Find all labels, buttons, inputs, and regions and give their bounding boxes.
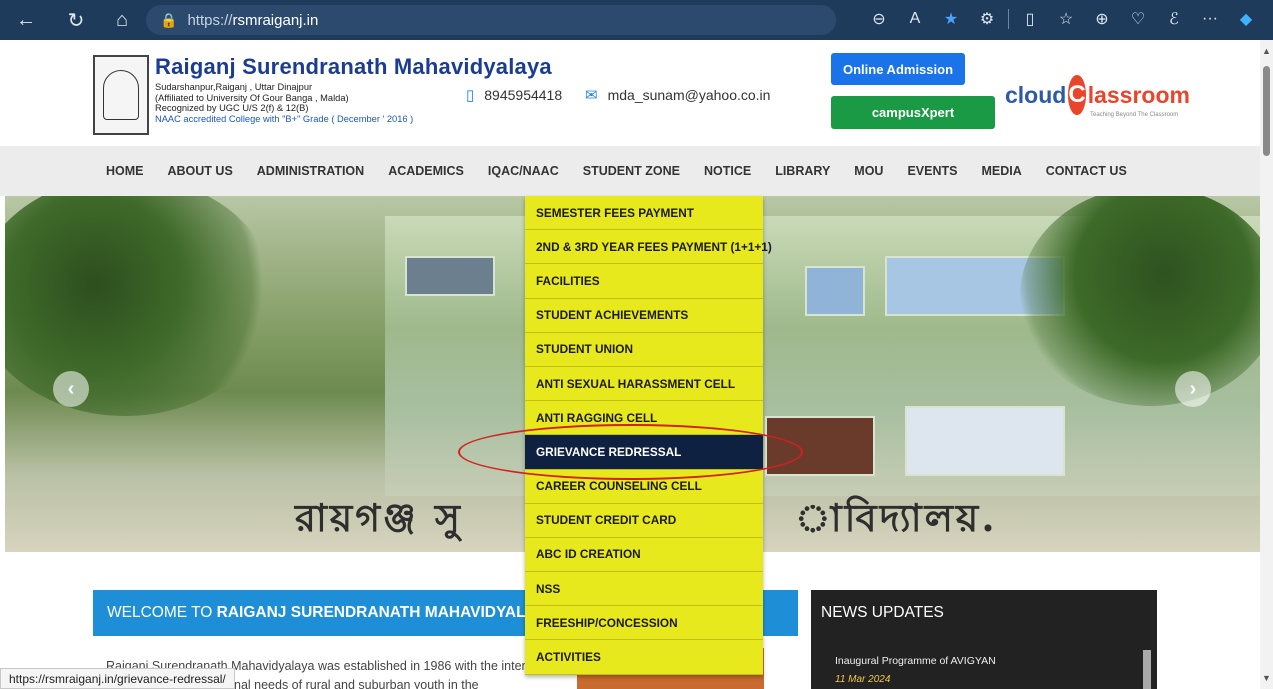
menu-media[interactable]: MEDIA (981, 164, 1021, 178)
menu-administration[interactable]: ADMINISTRATION (257, 164, 364, 178)
address-bar[interactable]: 🔒 https://rsmraiganj.in (146, 5, 836, 35)
copilot-icon[interactable]: ◆ (1231, 4, 1261, 34)
building-sign-left: রায়গঞ্জ সু (295, 495, 464, 540)
address-line-2: (Affiliated to University Of Gour Banga … (155, 92, 349, 103)
lock-icon: 🔒 (160, 11, 178, 28)
back-icon[interactable]: ← (8, 2, 44, 38)
profile-icon[interactable]: ℰ (1159, 4, 1189, 34)
news-title: NEWS UPDATES (821, 604, 944, 621)
logo-emblem (103, 70, 139, 120)
college-details: Sudarshanpur,Raiganj , Uttar Dinajpur (A… (155, 82, 413, 124)
url-host: rsmraiganj.in (232, 11, 319, 29)
dropdown-item-nss[interactable]: NSS (525, 572, 763, 607)
browser-toolbar: ← ↻ ⌂ 🔒 https://rsmraiganj.in ⊖ A ★ ⚙ ▯ … (0, 0, 1273, 40)
zoom-icon[interactable]: ⊖ (864, 4, 894, 34)
site-header: Raiganj Surendranath Mahavidyalaya Sudar… (0, 40, 1260, 145)
status-bar-url: https://rsmraiganj.in/grievance-redressa… (0, 668, 235, 689)
welcome-prefix: WELCOME TO (107, 604, 213, 621)
college-name[interactable]: Raiganj Surendranath Mahavidyalaya (155, 54, 552, 80)
web-page: Raiganj Surendranath Mahavidyalaya Sudar… (0, 40, 1260, 689)
news-item[interactable]: Inaugural Programme of AVIGYAN (835, 655, 996, 667)
menu-academics[interactable]: ACADEMICS (388, 164, 464, 178)
classroom-c-icon: C (1068, 75, 1086, 115)
more-icon[interactable]: ··· (1195, 4, 1225, 34)
dropdown-item-year-fees[interactable]: 2ND & 3RD YEAR FEES PAYMENT (1+1+1) (525, 230, 772, 265)
menu-notice[interactable]: NOTICE (704, 164, 751, 178)
phone-icon: ▯ (466, 87, 475, 104)
browser-actions: ⊖ A ★ ⚙ ▯ ☆ ⊕ ♡ ℰ ··· ◆ (864, 4, 1261, 34)
page-scrollbar[interactable]: ▲ ▼ (1260, 40, 1273, 689)
performance-icon[interactable]: ♡ (1123, 4, 1153, 34)
carousel-prev-icon[interactable]: ‹ (53, 371, 89, 407)
menu-about-us[interactable]: ABOUT US (168, 164, 233, 178)
menu-student-zone[interactable]: STUDENT ZONE (583, 164, 680, 178)
college-logo[interactable] (93, 55, 149, 135)
toolbar-separator (1008, 9, 1009, 29)
dropdown-item-abc-id[interactable]: ABC ID CREATION (525, 538, 763, 573)
phone-number: 8945954418 (484, 87, 563, 103)
building-window (905, 406, 1065, 476)
scroll-down-icon[interactable]: ▼ (1262, 673, 1271, 683)
scroll-thumb[interactable] (1263, 66, 1270, 156)
email-address[interactable]: mda_sunam@yahoo.co.in (608, 87, 771, 103)
dropdown-item-achievements[interactable]: STUDENT ACHIEVEMENTS (525, 299, 763, 333)
dropdown-item-anti-sexual-harassment[interactable]: ANTI SEXUAL HARASSMENT CELL (525, 367, 763, 402)
building-sign-right: াবিদ্যালয়. (795, 495, 998, 540)
menu-home[interactable]: HOME (106, 164, 144, 178)
menu-library[interactable]: LIBRARY (775, 164, 830, 178)
dropdown-item-student-credit-card[interactable]: STUDENT CREDIT CARD (525, 504, 763, 538)
split-screen-icon[interactable]: ▯ (1015, 4, 1045, 34)
phone-contact: ▯ 8945954418 (466, 86, 562, 104)
building-window (405, 256, 495, 296)
welcome-college-name: RAIGANJ SURENDRANATH MAHAVIDYALAYA (216, 604, 556, 621)
menu-contact-us[interactable]: CONTACT US (1046, 164, 1127, 178)
menu-events[interactable]: EVENTS (907, 164, 957, 178)
cloud-word: cloud (1005, 81, 1067, 108)
favorite-star-icon[interactable]: ★ (936, 4, 966, 34)
classroom-word: lassroom (1087, 81, 1190, 108)
dropdown-item-activities[interactable]: ACTIVITIES (525, 640, 763, 675)
carousel-next-icon[interactable]: › (1175, 371, 1211, 407)
news-panel: NEWS UPDATES Inaugural Programme of AVIG… (811, 590, 1157, 689)
tree-left (5, 196, 275, 416)
campusxpert-button[interactable]: campusXpert (831, 96, 995, 129)
url-prefix: https:// (187, 11, 233, 29)
scroll-up-icon[interactable]: ▲ (1262, 46, 1271, 56)
dropdown-item-student-union[interactable]: STUDENT UNION (525, 333, 763, 367)
naac-line: NAAC accredited College with "B+" Grade … (155, 113, 414, 124)
favorites-bar-icon[interactable]: ☆ (1051, 4, 1081, 34)
address-line-3: Recognized by UGC U/S 2(f) & 12(B) (155, 103, 309, 113)
building-window (805, 266, 865, 316)
dropdown-item-facilities[interactable]: FACILITIES (525, 264, 763, 299)
extensions-icon[interactable]: ⚙ (972, 4, 1002, 34)
email-contact: ✉ mda_sunam@yahoo.co.in (585, 86, 770, 104)
cloud-classroom-tagline: Teaching Beyond The Classroom (1090, 112, 1179, 118)
refresh-icon[interactable]: ↻ (58, 2, 94, 38)
news-date: 11 Mar 2024 (835, 674, 891, 685)
online-admission-button[interactable]: Online Admission (831, 53, 965, 85)
collections-icon[interactable]: ⊕ (1087, 4, 1117, 34)
highlight-circle (458, 424, 803, 480)
menu-mou[interactable]: MOU (854, 164, 883, 178)
home-icon[interactable]: ⌂ (104, 2, 140, 38)
mail-icon: ✉ (585, 87, 598, 104)
dropdown-item-semester-fees[interactable]: SEMESTER FEES PAYMENT (525, 196, 763, 231)
dropdown-item-freeship[interactable]: FREESHIP/CONCESSION (525, 606, 763, 641)
address-line-1: Sudarshanpur,Raiganj , Uttar Dinajpur (155, 82, 313, 92)
main-menu: HOME ABOUT US ADMINISTRATION ACADEMICS I… (0, 146, 1260, 196)
menu-iqac-naac[interactable]: IQAC/NAAC (488, 164, 559, 178)
read-aloud-icon[interactable]: A (900, 4, 930, 34)
news-scrollbar[interactable] (1143, 650, 1151, 689)
